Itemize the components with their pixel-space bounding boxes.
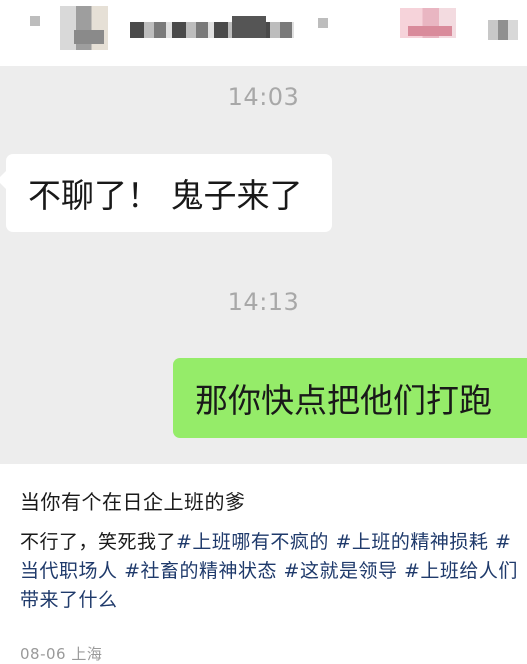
post-section: 当你有个在日企上班的爹 不行了，笑死我了#上班哪有不疯的 #上班的精神损耗 #当…: [0, 464, 527, 663]
avatar-blurred-lower: [74, 30, 104, 44]
contact-name-blurred-2: [232, 16, 266, 38]
message-timestamp: 14:13: [227, 288, 300, 316]
incoming-message-bubble[interactable]: 不聊了！ 鬼子来了: [6, 154, 332, 232]
hashtag-link[interactable]: #这就是领导: [284, 560, 398, 582]
post-location: 上海: [71, 645, 103, 663]
status-blurred: [318, 18, 328, 28]
post-title: 当你有个在日企上班的爹: [20, 490, 246, 514]
more-icon[interactable]: [488, 20, 518, 40]
back-icon[interactable]: [30, 16, 40, 26]
post-meta: 08-06 上海: [20, 643, 102, 664]
header-pink-blurred-2: [408, 26, 452, 36]
chat-header-blurred: [0, 0, 527, 66]
outgoing-message-bubble[interactable]: 那你快点把他们打跑: [173, 358, 527, 438]
contact-name-blurred: [130, 22, 294, 38]
hashtag-link[interactable]: #上班的精神损耗: [335, 531, 488, 553]
message-timestamp: 14:03: [227, 83, 300, 111]
post-text: 不行了，笑死我了: [20, 531, 177, 553]
hashtag-link[interactable]: #社畜的精神状态: [124, 560, 277, 582]
post-body: 不行了，笑死我了#上班哪有不疯的 #上班的精神损耗 #当代职场人 #社畜的精神状…: [20, 528, 518, 615]
post-date: 08-06: [20, 645, 67, 663]
chat-area[interactable]: 14:03 不聊了！ 鬼子来了 14:13 那你快点把他们打跑: [0, 66, 527, 464]
hashtag-link[interactable]: #上班哪有不疯的: [176, 531, 329, 553]
